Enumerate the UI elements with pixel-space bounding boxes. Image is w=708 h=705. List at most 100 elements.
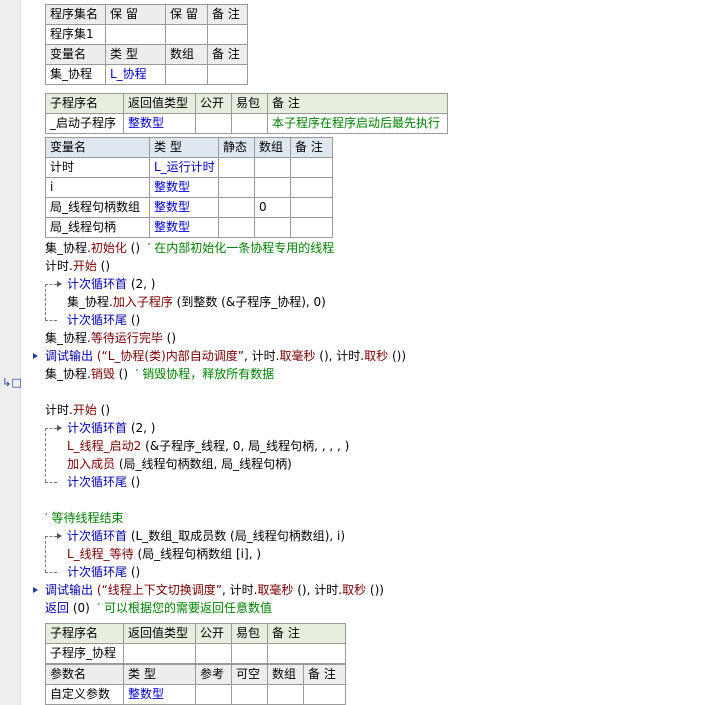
- code-line[interactable]: 计时.开始 (): [45, 257, 705, 275]
- header-cell: 备 注: [267, 623, 346, 644]
- cell[interactable]: [231, 113, 268, 134]
- params-table: 参数名 类 型 参考 可空 数组 备 注 自定义参数 整数型: [45, 664, 346, 705]
- header-cell: 备 注: [290, 137, 333, 158]
- header-cell: 数组: [267, 664, 304, 685]
- header-cell: 易包: [231, 623, 268, 644]
- code-line[interactable]: 计次循环尾 (): [45, 473, 705, 491]
- header-cell: 参考: [195, 664, 232, 685]
- var-name[interactable]: 局_线程句柄: [45, 217, 150, 238]
- param-type[interactable]: 整数型: [123, 684, 196, 705]
- cell[interactable]: [254, 157, 291, 178]
- cell[interactable]: [218, 157, 255, 178]
- code-line[interactable]: 集_协程.等待运行完毕 (): [45, 329, 705, 347]
- sub-name[interactable]: _启动子程序: [45, 113, 124, 134]
- code-line[interactable]: 计次循环首 (2, ): [45, 419, 705, 437]
- cell[interactable]: [207, 64, 248, 85]
- header-cell: 易包: [231, 93, 268, 114]
- cell[interactable]: [218, 217, 255, 238]
- header-cell: 类 型: [123, 664, 196, 685]
- code-line[interactable]: 调试输出 (“L_协程(类)内部自动调度”, 计时.取毫秒 (), 计时.取秒 …: [33, 347, 705, 365]
- code-line[interactable]: 返回 (0) ′ 可以根据您的需要返回任意数值: [45, 599, 705, 617]
- var-name[interactable]: 计时: [45, 157, 150, 178]
- cell[interactable]: [195, 113, 232, 134]
- code-line[interactable]: 计时.开始 (): [45, 401, 705, 419]
- header-cell: 保 留: [165, 4, 208, 25]
- header-cell: 备 注: [207, 4, 248, 25]
- header-cell: 类 型: [105, 44, 166, 65]
- var-type[interactable]: L_协程: [105, 64, 166, 85]
- header-cell: 返回值类型: [123, 623, 196, 644]
- cell[interactable]: [123, 643, 196, 664]
- var-type[interactable]: 整数型: [149, 177, 219, 198]
- code-line[interactable]: L_线程_等待 (局_线程句柄数组 [i], ): [45, 545, 705, 563]
- code-line[interactable]: 计次循环尾 (): [45, 563, 705, 581]
- cell[interactable]: [231, 684, 268, 705]
- sub-name[interactable]: 子程序_协程: [45, 643, 124, 664]
- cell[interactable]: [290, 157, 333, 178]
- blank-line[interactable]: [45, 491, 705, 509]
- header-cell: 备 注: [267, 93, 448, 114]
- var-type[interactable]: 整数型: [149, 197, 219, 218]
- header-cell: 公开: [195, 93, 232, 114]
- debug-marker-icon: [33, 353, 38, 359]
- breakpoint-arrow-icon[interactable]: ↳□: [2, 376, 22, 390]
- cell[interactable]: [290, 177, 333, 198]
- header-cell: 子程序名: [45, 623, 124, 644]
- cell[interactable]: [195, 643, 232, 664]
- code-line[interactable]: 集_协程.加入子程序 (到整数 (&子程序_协程), 0): [45, 293, 705, 311]
- cell[interactable]: [218, 197, 255, 218]
- header-cell: 参数名: [45, 664, 124, 685]
- code-line[interactable]: 计次循环尾 (): [45, 311, 705, 329]
- code-line[interactable]: 集_协程.初始化 () ′ 在内部初始化一条协程专用的线程: [45, 239, 705, 257]
- cell[interactable]: [195, 684, 232, 705]
- var-array[interactable]: 0: [254, 197, 291, 218]
- cell[interactable]: [303, 684, 346, 705]
- var-name[interactable]: 局_线程句柄数组: [45, 197, 150, 218]
- subroutine-table: 子程序名 返回值类型 公开 易包 备 注 _启动子程序 整数型 本子程序在程序启…: [45, 93, 448, 134]
- cell[interactable]: [218, 177, 255, 198]
- header-cell: 数组: [254, 137, 291, 158]
- cell[interactable]: [267, 684, 304, 705]
- code-line[interactable]: ′ 等待线程结束: [45, 509, 705, 527]
- sub-return-type[interactable]: 整数型: [123, 113, 196, 134]
- cell[interactable]: [267, 643, 346, 664]
- loop-block: 计次循环首 (L_数组_取成员数 (局_线程句柄数组), i) L_线程_等待 …: [45, 527, 705, 581]
- code-line[interactable]: 计次循环首 (L_数组_取成员数 (局_线程句柄数组), i): [45, 527, 705, 545]
- code-line[interactable]: 计次循环首 (2, ): [45, 275, 705, 293]
- cell[interactable]: [207, 24, 248, 45]
- var-name[interactable]: i: [45, 177, 150, 198]
- code-block[interactable]: 集_协程.初始化 () ′ 在内部初始化一条协程专用的线程 计时.开始 () 计…: [33, 239, 705, 617]
- code-line[interactable]: 加入成员 (局_线程句柄数组, 局_线程句柄): [45, 455, 705, 473]
- subroutine-table-2: 子程序名 返回值类型 公开 易包 备 注 子程序_协程: [45, 623, 346, 664]
- editor-gutter: [0, 0, 21, 705]
- sub-note[interactable]: 本子程序在程序启动后最先执行: [267, 113, 448, 134]
- header-cell: 保 留: [105, 4, 166, 25]
- cell[interactable]: [290, 217, 333, 238]
- header-cell: 数组: [165, 44, 208, 65]
- cell[interactable]: [165, 24, 208, 45]
- header-cell: 程序集名: [45, 4, 106, 25]
- header-cell: 备 注: [303, 664, 346, 685]
- cell[interactable]: [254, 217, 291, 238]
- loop-block: 计次循环首 (2, ) 集_协程.加入子程序 (到整数 (&子程序_协程), 0…: [45, 275, 705, 329]
- var-type[interactable]: L_运行计时: [149, 157, 219, 178]
- cell[interactable]: [254, 177, 291, 198]
- header-cell: 子程序名: [45, 93, 124, 114]
- var-type[interactable]: 整数型: [149, 217, 219, 238]
- cell[interactable]: [165, 64, 208, 85]
- cell[interactable]: [231, 643, 268, 664]
- code-line[interactable]: 调试输出 (“线程上下文切换调度”, 计时.取毫秒 (), 计时.取秒 ()): [33, 581, 705, 599]
- var-name[interactable]: 集_协程: [45, 64, 106, 85]
- code-line[interactable]: L_线程_启动2 (&子程序_线程, 0, 局_线程句柄, , , , ): [45, 437, 705, 455]
- code-editor[interactable]: 程序集名 保 留 保 留 备 注 程序集1 变量名 类 型 数组 备 注 集_协…: [33, 0, 705, 705]
- header-cell: 静态: [218, 137, 255, 158]
- header-cell: 可空: [231, 664, 268, 685]
- header-cell: 返回值类型: [123, 93, 196, 114]
- cell[interactable]: [105, 24, 166, 45]
- code-line[interactable]: 集_协程.销毁 () ′ 销毁协程，释放所有数据: [45, 365, 705, 383]
- cell[interactable]: [290, 197, 333, 218]
- param-name[interactable]: 自定义参数: [45, 684, 124, 705]
- header-cell: 备 注: [207, 44, 248, 65]
- program-set-name[interactable]: 程序集1: [45, 24, 106, 45]
- blank-line[interactable]: [45, 383, 705, 401]
